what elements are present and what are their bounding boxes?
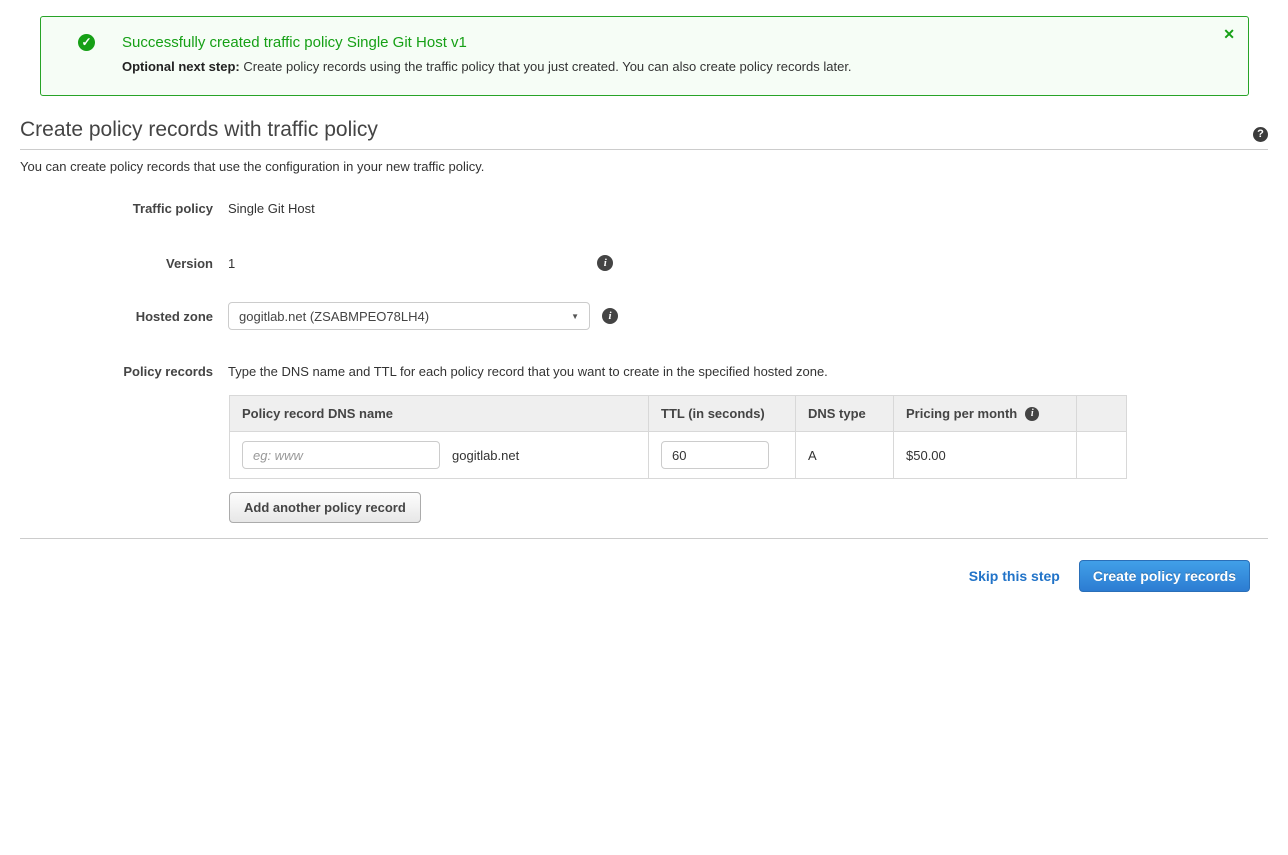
dns-name-column-header: Policy record DNS name	[230, 396, 649, 432]
success-check-icon: ✓	[78, 34, 95, 51]
success-banner: ✓ Successfully created traffic policy Si…	[40, 16, 1249, 96]
header-divider	[20, 149, 1268, 150]
pricing-column-header-label: Pricing per month	[906, 406, 1017, 421]
ttl-column-header: TTL (in seconds)	[649, 396, 796, 432]
ttl-input[interactable]	[661, 441, 769, 469]
footer-actions: Skip this step Create policy records	[20, 560, 1268, 592]
dns-name-suffix: gogitlab.net	[452, 448, 519, 463]
pricing-info-icon[interactable]: i	[1025, 407, 1039, 421]
dns-type-value: A	[796, 432, 894, 479]
optional-next-step-text: Create policy records using the traffic …	[240, 59, 852, 74]
table-header-row: Policy record DNS name TTL (in seconds) …	[230, 396, 1127, 432]
policy-record-table-row: gogitlab.net A $50.00	[230, 432, 1127, 479]
hosted-zone-label: Hosted zone	[20, 309, 213, 324]
version-info-icon[interactable]: i	[597, 255, 613, 271]
policy-records-table: Policy record DNS name TTL (in seconds) …	[229, 395, 1127, 479]
skip-this-step-link[interactable]: Skip this step	[969, 568, 1060, 584]
version-value: 1	[228, 256, 235, 271]
hosted-zone-selected-value: gogitlab.net (ZSABMPEO78LH4)	[239, 309, 429, 324]
banner-close-icon[interactable]: ✕	[1223, 27, 1235, 41]
page-description: You can create policy records that use t…	[20, 159, 1268, 174]
help-icon[interactable]: ?	[1253, 127, 1268, 142]
dns-type-column-header: DNS type	[796, 396, 894, 432]
policy-records-description: Type the DNS name and TTL for each polic…	[228, 364, 828, 379]
traffic-policy-row: Traffic policy Single Git Host	[20, 201, 1268, 216]
pricing-value: $50.00	[894, 432, 1077, 479]
version-label: Version	[20, 256, 213, 271]
footer-divider	[20, 538, 1268, 539]
actions-column-header	[1077, 396, 1127, 432]
row-actions-cell	[1077, 432, 1127, 479]
policy-records-row: Policy records Type the DNS name and TTL…	[20, 364, 1268, 379]
policy-records-label: Policy records	[20, 364, 213, 379]
chevron-down-icon: ▼	[571, 312, 579, 321]
traffic-policy-value: Single Git Host	[228, 201, 315, 216]
hosted-zone-row: Hosted zone gogitlab.net (ZSABMPEO78LH4)…	[20, 302, 1268, 330]
hosted-zone-info-icon[interactable]: i	[602, 308, 618, 324]
pricing-column-header: Pricing per month i	[894, 396, 1077, 432]
dns-name-input[interactable]	[242, 441, 440, 469]
version-row: Version 1 i	[20, 255, 1268, 271]
success-banner-subtext: Optional next step: Create policy record…	[122, 59, 852, 75]
create-policy-records-button[interactable]: Create policy records	[1079, 560, 1250, 592]
hosted-zone-select[interactable]: gogitlab.net (ZSABMPEO78LH4) ▼	[228, 302, 590, 330]
optional-next-step-label: Optional next step:	[122, 59, 240, 74]
traffic-policy-label: Traffic policy	[20, 201, 213, 216]
page-title: Create policy records with traffic polic…	[20, 117, 378, 143]
success-banner-title: Successfully created traffic policy Sing…	[122, 33, 852, 52]
add-another-policy-record-button[interactable]: Add another policy record	[229, 492, 421, 523]
